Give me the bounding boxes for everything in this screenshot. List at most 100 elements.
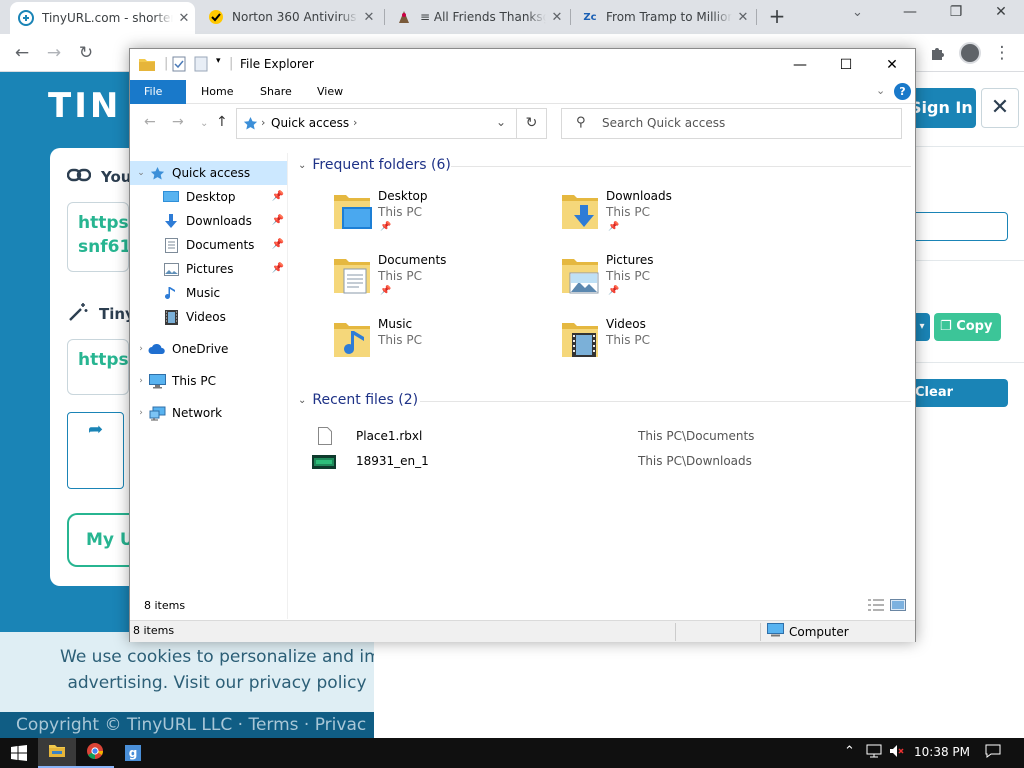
folder-pictures[interactable]: Pictures This PC 📌 xyxy=(560,253,780,311)
videos-icon xyxy=(162,309,180,325)
recent-locations-chevron-icon[interactable]: ⌄ xyxy=(200,118,208,129)
new-folder-icon[interactable] xyxy=(194,56,208,76)
recent-files-header[interactable]: ⌄ Recent files (2) xyxy=(298,392,418,408)
properties-check-icon[interactable] xyxy=(172,56,186,76)
details-view-icon[interactable] xyxy=(868,599,884,614)
ribbon-tab-file[interactable]: File xyxy=(130,80,186,104)
tab-divider xyxy=(756,9,757,25)
divider xyxy=(914,362,1024,363)
sidebar-item-network[interactable]: › Network xyxy=(130,401,287,425)
explorer-minimize-button[interactable]: — xyxy=(777,53,823,77)
tab-search-chevron-icon[interactable]: ⌄ xyxy=(852,5,863,20)
extensions-puzzle-icon[interactable] xyxy=(925,40,951,66)
breadcrumb-quick-access[interactable]: Quick access xyxy=(271,116,349,130)
network-tray-icon[interactable] xyxy=(866,744,882,762)
status-bar: 8 items Computer xyxy=(130,620,915,642)
sidebar-item-this-pc[interactable]: › This PC xyxy=(130,369,287,393)
tab-tramp-to-millionaire[interactable]: Zc From Tramp to Millionai ✕ xyxy=(574,0,754,34)
file-explorer-window: | ▾ | File Explorer — ☐ ✕ File Home Shar… xyxy=(129,48,916,642)
collapse-chevron-icon: ⌄ xyxy=(298,394,307,406)
tab-close-icon[interactable]: ✕ xyxy=(732,10,754,25)
tab-tinyurl[interactable]: TinyURL.com - shorten ✕ xyxy=(10,2,195,34)
collapsed-chevron-icon[interactable]: › xyxy=(134,337,148,361)
taskbar-file-explorer[interactable] xyxy=(38,738,76,768)
tab-close-icon[interactable]: ✕ xyxy=(173,11,195,26)
share-button[interactable]: ➦ xyxy=(67,412,124,489)
reload-icon[interactable]: ↻ xyxy=(73,40,99,66)
profile-avatar[interactable] xyxy=(959,42,981,64)
right-input-field[interactable] xyxy=(914,212,1008,241)
tab-close-icon[interactable]: ✕ xyxy=(546,10,568,25)
music-icon xyxy=(162,285,180,301)
sidebar-item-videos[interactable]: Videos xyxy=(130,305,287,329)
tray-overflow-chevron-icon[interactable]: ⌃ xyxy=(844,744,855,759)
expanded-chevron-icon[interactable]: ⌄ xyxy=(134,161,148,185)
clear-history-button[interactable]: Clear History xyxy=(914,379,1008,428)
sidebar-item-downloads[interactable]: Downloads 📌 xyxy=(130,209,287,233)
forward-arrow-icon[interactable]: → xyxy=(41,40,67,66)
sidebar-item-pictures[interactable]: Pictures 📌 xyxy=(130,257,287,281)
folder-music[interactable]: Music This PC xyxy=(332,317,552,375)
pin-icon: 📌 xyxy=(608,286,620,296)
dropdown-toggle-button[interactable]: ▾ xyxy=(914,313,930,341)
nav-back-arrow-icon[interactable]: ← xyxy=(144,114,156,130)
search-input[interactable]: ⚲ Search Quick access xyxy=(561,108,902,139)
browser-tab-strip: TinyURL.com - shorten ✕ Norton 360 Antiv… xyxy=(0,0,1024,34)
ribbon-tab-home[interactable]: Home xyxy=(187,80,247,104)
start-windows-icon[interactable] xyxy=(0,738,38,768)
large-icons-view-icon[interactable] xyxy=(890,599,906,614)
collapsed-chevron-icon[interactable]: › xyxy=(134,369,148,393)
address-history-chevron-icon[interactable]: ⌄ xyxy=(496,115,506,129)
copy-button[interactable]: ❐ Copy xyxy=(934,313,1001,341)
taskbar-g-app[interactable]: g xyxy=(114,738,152,768)
sidebar-item-music[interactable]: Music xyxy=(130,281,287,305)
folder-documents[interactable]: Documents This PC 📌 xyxy=(332,253,552,311)
sidebar-item-desktop[interactable]: Desktop 📌 xyxy=(130,185,287,209)
page-footer: Copyright © TinyURL LLC · Terms · Privac xyxy=(0,712,374,738)
new-tab-button[interactable]: + xyxy=(765,5,789,29)
long-url-field[interactable]: https:/ snf61u xyxy=(67,202,129,272)
pictures-icon xyxy=(162,261,180,277)
notifications-icon[interactable] xyxy=(985,744,1001,762)
browser-close-button[interactable]: ✕ xyxy=(986,4,1016,20)
explorer-close-button[interactable]: ✕ xyxy=(869,53,915,77)
taskbar-clock[interactable]: 10:38 PM xyxy=(914,745,970,759)
breadcrumb-chevron-icon[interactable]: › xyxy=(353,116,357,129)
folder-downloads[interactable]: Downloads This PC 📌 xyxy=(560,189,780,247)
folder-desktop[interactable]: Desktop This PC 📌 xyxy=(332,189,552,247)
volume-muted-icon[interactable] xyxy=(889,744,905,762)
tab-close-icon[interactable]: ✕ xyxy=(358,10,380,25)
browser-minimize-button[interactable]: — xyxy=(895,4,925,20)
browser-menu-kebab-icon[interactable]: ⋮ xyxy=(989,40,1015,66)
recent-file-row[interactable]: Place1.rbxl This PC\Documents xyxy=(318,425,908,447)
up-arrow-icon[interactable]: ↑ xyxy=(216,114,228,130)
file-icon xyxy=(318,427,332,452)
customize-qat-icon[interactable]: ▾ xyxy=(216,56,221,66)
nav-forward-arrow-icon[interactable]: → xyxy=(172,114,184,130)
address-bar[interactable]: › Quick access › ⌄ xyxy=(236,108,547,139)
magic-wand-icon xyxy=(67,301,89,327)
sidebar-item-onedrive[interactable]: › OneDrive xyxy=(130,337,287,361)
sidebar-item-documents[interactable]: Documents 📌 xyxy=(130,233,287,257)
help-icon[interactable]: ? xyxy=(894,83,911,100)
recent-file-row[interactable]: 18931_en_1 This PC\Downloads xyxy=(312,450,908,472)
refresh-icon[interactable]: ↻ xyxy=(516,108,547,139)
back-arrow-icon[interactable]: ← xyxy=(9,40,35,66)
tiny-url-field[interactable]: https:/ xyxy=(67,339,129,395)
ribbon-tab-view[interactable]: View xyxy=(303,80,357,104)
navigation-pane: ⌄ Quick access Desktop 📌 Downloads 📌 Doc… xyxy=(130,157,287,613)
folder-videos[interactable]: Videos This PC xyxy=(560,317,780,375)
taskbar-chrome[interactable] xyxy=(76,738,114,768)
collapse-chevron-icon: ⌄ xyxy=(298,159,307,171)
explorer-maximize-button[interactable]: ☐ xyxy=(823,53,869,77)
tab-all-friends[interactable]: ≡ All Friends Thanksgiv ✕ xyxy=(388,0,568,34)
sidebar-item-quick-access[interactable]: ⌄ Quick access xyxy=(130,161,287,185)
frequent-folders-header[interactable]: ⌄ Frequent folders (6) xyxy=(298,157,451,173)
ribbon-tab-share[interactable]: Share xyxy=(246,80,306,104)
close-panel-button[interactable]: ✕ xyxy=(981,88,1019,128)
collapsed-chevron-icon[interactable]: › xyxy=(134,401,148,425)
tab-norton[interactable]: Norton 360 Antivirus P ✕ xyxy=(200,0,380,34)
browser-maximize-button[interactable]: ❐ xyxy=(941,4,971,20)
tinyurl-logo[interactable]: TIN xyxy=(48,86,121,126)
expand-ribbon-chevron-icon[interactable]: ⌄ xyxy=(876,84,885,97)
